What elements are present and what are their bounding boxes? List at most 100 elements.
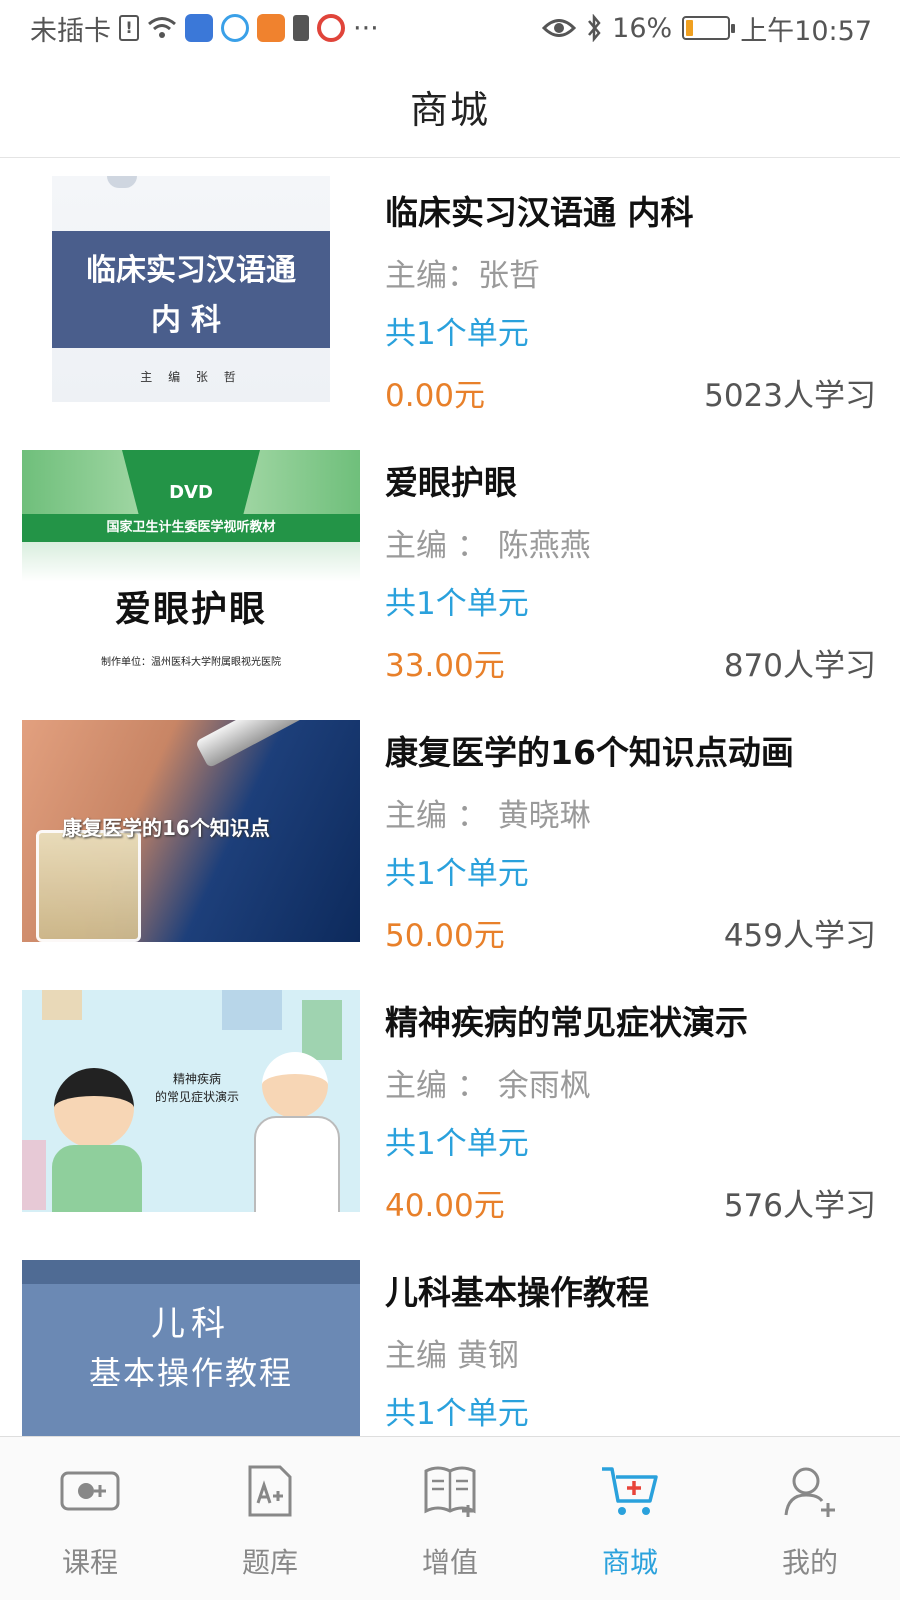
status-bar: 未插卡 ! ··· 16% 上午10:57 bbox=[0, 0, 900, 56]
nav-item-mine[interactable]: 我的 bbox=[720, 1437, 900, 1600]
doctor-figure bbox=[262, 1052, 328, 1118]
course-price: 33.00元 bbox=[385, 648, 505, 684]
thumb-fade bbox=[22, 542, 360, 582]
battery-icon bbox=[682, 16, 736, 40]
thumb-line2: 的常见症状演示 bbox=[154, 1090, 239, 1104]
page-title: 商城 bbox=[409, 88, 490, 132]
course-info: 爱眼护眼 主编 ： 陈燕燕 共1个单元 33.00元 870人学习 bbox=[385, 446, 876, 686]
thumb-line1: 儿科 bbox=[151, 1304, 231, 1344]
sim-alert-icon: ! bbox=[119, 15, 139, 41]
course-editor: 主编 黄钢 bbox=[385, 1338, 519, 1374]
course-thumbnail[interactable]: 康复医学的16个知识点 bbox=[22, 720, 360, 942]
course-item[interactable]: DVD 国家卫生计生委医学视听教材 爱眼护眼 制作单位：温州医科大学附属眼视光医… bbox=[0, 428, 900, 698]
wifi-icon bbox=[148, 17, 176, 38]
doctor-body bbox=[254, 1116, 340, 1212]
course-learners: 576人学习 bbox=[723, 1188, 876, 1224]
nav-label: 增值 bbox=[421, 1546, 478, 1579]
child-figure bbox=[54, 1068, 134, 1148]
clock: 上午10:57 bbox=[740, 15, 872, 47]
course-icon bbox=[60, 1471, 120, 1511]
thumb-line2: 基本操作教程 bbox=[88, 1354, 293, 1392]
child-body bbox=[52, 1145, 142, 1212]
course-item[interactable]: 临床实习汉语通 内科 主 编 张 哲 临床实习汉语通 内科 主编：张哲 共1个单… bbox=[0, 158, 900, 428]
battery-percent: 16% bbox=[612, 12, 673, 44]
course-editor: 主编：张哲 bbox=[385, 258, 540, 294]
syringe-graphic bbox=[194, 720, 342, 769]
nav-label: 我的 bbox=[781, 1546, 838, 1579]
course-price: 0.00元 bbox=[385, 378, 486, 414]
thumb-top-strip bbox=[22, 1260, 360, 1284]
course-thumbnail[interactable]: 精神疾病 的常见症状演示 bbox=[22, 990, 360, 1212]
carrier-text: 未插卡 bbox=[30, 15, 111, 47]
thumb-line2: 内科 bbox=[151, 303, 231, 338]
course-title[interactable]: 临床实习汉语通 内科 bbox=[385, 186, 694, 234]
course-thumbnail[interactable]: DVD 国家卫生计生委医学视听教材 爱眼护眼 制作单位：温州医科大学附属眼视光医… bbox=[22, 450, 360, 672]
course-price: 50.00元 bbox=[385, 918, 505, 954]
thumb-line1: 精神疾病 bbox=[172, 1072, 221, 1086]
thumb-block bbox=[22, 1140, 46, 1210]
status-left: 未插卡 ! ··· bbox=[30, 9, 379, 48]
course-info: 康复医学的16个知识点动画 主编 ： 黄晓琳 共1个单元 50.00元 459人… bbox=[385, 716, 876, 956]
nav-label: 课程 bbox=[61, 1546, 118, 1579]
nav-item-course[interactable]: 课程 bbox=[0, 1437, 180, 1600]
thumb-line1: 临床实习汉语通 bbox=[86, 253, 296, 288]
course-title[interactable]: 康复医学的16个知识点动画 bbox=[385, 726, 794, 774]
course-item[interactable]: 康复医学的16个知识点 康复医学的16个知识点动画 主编 ： 黄晓琳 共1个单元… bbox=[0, 698, 900, 968]
battery-fill bbox=[686, 20, 694, 36]
course-units: 共1个单元 bbox=[385, 1396, 529, 1432]
thumb-editor-text: 主 编 张 哲 bbox=[140, 370, 242, 384]
course-editor: 主编 ： 余雨枫 bbox=[385, 1068, 591, 1104]
eye-icon bbox=[542, 19, 577, 37]
thumb-big-title: 爱眼护眼 bbox=[114, 588, 267, 630]
course-learners: 459人学习 bbox=[723, 918, 876, 954]
course-editor: 主编 ： 黄晓琳 bbox=[385, 798, 591, 834]
question-bank-icon bbox=[248, 1465, 292, 1517]
thumb-caption: 康复医学的16个知识点 bbox=[62, 816, 270, 840]
user-add-icon bbox=[784, 1467, 835, 1517]
course-thumbnail[interactable]: 儿科 基本操作教程 bbox=[22, 1260, 360, 1436]
course-units: 共1个单元 bbox=[385, 1126, 529, 1162]
course-info: 儿科基本操作教程 主编 黄钢 共1个单元 bbox=[385, 1256, 876, 1436]
bone-graphic bbox=[36, 830, 141, 942]
dvd-badge: DVD bbox=[122, 450, 260, 514]
course-learners: 5023人学习 bbox=[704, 378, 876, 414]
nav-label: 题库 bbox=[241, 1546, 298, 1579]
course-title[interactable]: 爱眼护眼 bbox=[385, 456, 517, 504]
course-item[interactable]: 儿科 基本操作教程 儿科基本操作教程 主编 黄钢 共1个单元 bbox=[0, 1238, 900, 1436]
course-info: 临床实习汉语通 内科 主编：张哲 共1个单元 0.00元 5023人学习 bbox=[385, 176, 876, 416]
course-title[interactable]: 儿科基本操作教程 bbox=[385, 1266, 649, 1314]
course-price: 40.00元 bbox=[385, 1188, 505, 1224]
status-right: 16% 上午10:57 bbox=[542, 9, 872, 48]
book-plus-icon bbox=[424, 1466, 476, 1517]
course-title[interactable]: 精神疾病的常见症状演示 bbox=[385, 996, 748, 1044]
thumb-decoration bbox=[107, 176, 137, 188]
thumb-block bbox=[302, 1000, 342, 1060]
thumb-caption: 精神疾病 的常见症状演示 bbox=[142, 1070, 252, 1106]
nav-label: 商城 bbox=[601, 1546, 658, 1579]
more-indicator: ··· bbox=[353, 12, 379, 44]
course-units: 共1个单元 bbox=[385, 316, 529, 352]
course-item[interactable]: 精神疾病 的常见症状演示 精神疾病的常见症状演示 主编 ： 余雨枫 共1个单元 … bbox=[0, 968, 900, 1238]
course-units: 共1个单元 bbox=[385, 586, 529, 622]
page-header: 商城 bbox=[0, 56, 900, 158]
thumb-title-band: 临床实习汉语通 内科 bbox=[52, 231, 330, 348]
thumb-block bbox=[42, 990, 82, 1020]
nav-item-question-bank[interactable]: 题库 bbox=[180, 1437, 360, 1600]
weibo-icon bbox=[317, 14, 345, 42]
thumb-block bbox=[222, 990, 282, 1030]
course-thumbnail[interactable]: 临床实习汉语通 内科 主 编 张 哲 bbox=[52, 176, 330, 402]
course-info: 精神疾病的常见症状演示 主编 ： 余雨枫 共1个单元 40.00元 576人学习 bbox=[385, 986, 876, 1226]
course-list[interactable]: 临床实习汉语通 内科 主 编 张 哲 临床实习汉语通 内科 主编：张哲 共1个单… bbox=[0, 158, 900, 1436]
nav-item-value-added[interactable]: 增值 bbox=[360, 1437, 540, 1600]
bottom-nav: 课程 题库 增值 商城 我的 bbox=[0, 1436, 900, 1600]
bluetooth-icon bbox=[588, 14, 601, 42]
cart-icon bbox=[602, 1467, 658, 1515]
warning-icon bbox=[293, 15, 309, 41]
uc-browser-icon bbox=[257, 14, 285, 42]
course-editor: 主编 ： 陈燕燕 bbox=[385, 528, 591, 564]
course-units: 共1个单元 bbox=[385, 856, 529, 892]
nav-item-mall[interactable]: 商城 bbox=[540, 1437, 720, 1600]
thumb-subtitle: 国家卫生计生委医学视听教材 bbox=[22, 514, 360, 542]
thumb-footer: 制作单位：温州医科大学附属眼视光医院 bbox=[101, 657, 281, 668]
course-learners: 870人学习 bbox=[723, 648, 876, 684]
